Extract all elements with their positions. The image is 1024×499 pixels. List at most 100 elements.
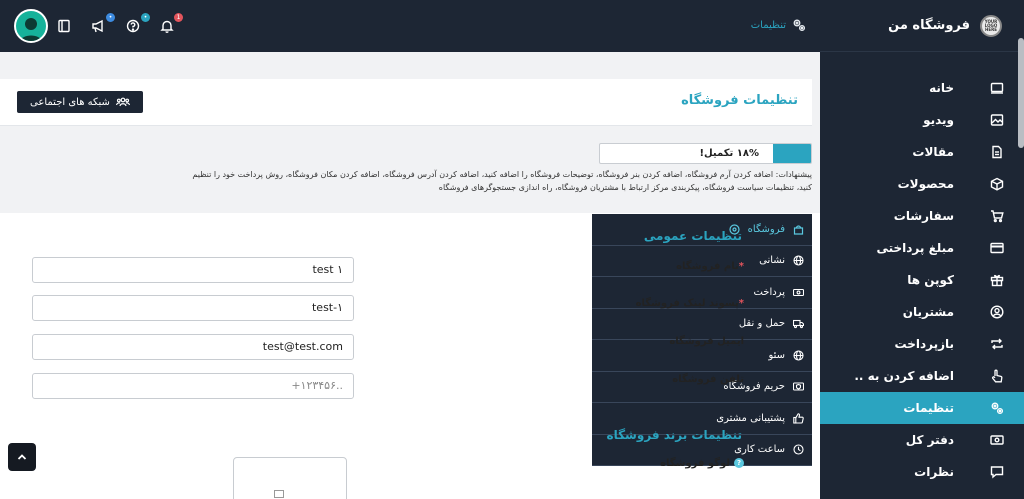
brand-logo: YOUR LOGO HERE	[980, 14, 1002, 37]
megaphone-badge: •	[106, 13, 115, 22]
image-icon	[990, 113, 1004, 127]
chevron-up-icon	[17, 454, 27, 460]
sidebar-item-label: کوپن ها	[907, 273, 954, 287]
top-bar: • • 1 تنظیمات	[0, 0, 820, 52]
store-slug-label-text: پسوند لینک فروشگاه	[635, 298, 739, 309]
sidebar-item-label: نظرات	[914, 465, 954, 479]
sidebar-item-add-to[interactable]: اضافه کردن به ..	[820, 360, 1024, 392]
sidebar-item-label: دفتر کل	[905, 433, 954, 447]
sidebar-item-products[interactable]: محصولات	[820, 168, 1024, 200]
sidebar-item-coupons[interactable]: کوپن ها	[820, 264, 1024, 296]
submenu-item-label: پشتیبانی مشتری	[716, 412, 785, 424]
submenu-item-label: ساعت کاری	[734, 444, 785, 456]
brand[interactable]: فروشگاه من YOUR LOGO HERE	[820, 0, 1024, 52]
suggestions-text: پیشنهادات: اضافه کردن آرم فروشگاه، اضافه…	[0, 168, 812, 194]
suggestions-line-2: کنید، تنظیمات سیاست فروشگاه، پیکربندی مر…	[438, 183, 812, 192]
shield-icon	[793, 381, 804, 392]
image-placeholder-icon	[274, 490, 284, 498]
store-name-input[interactable]: test ۱	[32, 257, 354, 283]
sidebar-item-label: اضافه کردن به ..	[854, 369, 954, 383]
help-icon[interactable]	[126, 19, 140, 33]
document-icon	[990, 145, 1004, 159]
money-icon	[990, 433, 1004, 447]
required-mark: *	[738, 298, 744, 309]
submenu-item-label: حمل و نقل	[738, 318, 785, 330]
megaphone-icon[interactable]	[91, 19, 105, 33]
globe-icon	[793, 350, 804, 361]
sidebar-item-label: تنظیمات	[903, 401, 954, 415]
user-avatar[interactable]	[14, 9, 48, 43]
breadcrumb: تنظیمات	[751, 18, 806, 32]
notifications-badge: 1	[174, 13, 183, 22]
credit-card-icon	[990, 241, 1004, 255]
store-slug-input[interactable]: test-۱	[32, 295, 354, 321]
sidebar-item-label: ویدیو	[923, 113, 954, 127]
progress-text: ۱۸% تکمیل!	[699, 148, 759, 159]
sidebar-item-articles[interactable]: مقالات	[820, 136, 1024, 168]
hand-pointer-icon	[990, 369, 1004, 383]
profile-completion-bar: ۱۸% تکمیل!	[599, 143, 812, 164]
thumbs-up-icon	[793, 413, 804, 424]
logo-upload-box[interactable]	[233, 457, 347, 499]
comment-icon	[990, 465, 1004, 479]
truck-icon	[793, 318, 804, 329]
sidebar-item-label: بازپرداخت	[894, 337, 954, 351]
clock-icon	[793, 444, 804, 455]
store-icon	[793, 224, 804, 235]
store-settings-header: تنظیمات فروشگاه شبکه های اجتماعی	[0, 79, 812, 126]
sidebar-item-label: محصولات	[897, 177, 954, 191]
sidebar-scrollbar[interactable]	[1018, 38, 1024, 148]
submenu-item-label: پرداخت	[753, 286, 785, 298]
sidebar-item-home[interactable]: خانه	[820, 72, 1024, 104]
cart-icon	[990, 209, 1004, 223]
brand-settings-title: تنظیمات برند فروشگاه	[606, 428, 742, 442]
store-slug-label: *پسوند لینک فروشگاه	[636, 298, 744, 309]
breadcrumb-label[interactable]: تنظیمات	[751, 20, 786, 31]
sidebar-item-comments[interactable]: نظرات	[820, 456, 1024, 488]
store-logo-label: ? لوگو فروشگاه	[660, 458, 744, 469]
sidebar-item-label: سفارشات	[893, 209, 954, 223]
store-logo-label-text: لوگو فروشگاه	[660, 458, 730, 469]
store-name-label-text: نام فروشگاه	[676, 261, 739, 272]
users-group-icon	[115, 95, 130, 109]
store-email-label: ایمیل فروشگاه	[669, 336, 744, 347]
sidebar-item-payments[interactable]: مبلغ پرداختی	[820, 232, 1024, 264]
globe-icon	[793, 255, 804, 266]
sidebar-item-label: مشتریان	[902, 305, 954, 319]
submenu-item-label: فروشگاه	[747, 223, 785, 235]
progress-fill	[773, 144, 811, 163]
sidebar-item-label: مبلغ پرداختی	[876, 241, 954, 255]
sidebar-item-customers[interactable]: مشتریان	[820, 296, 1024, 328]
submenu-item-label: سئو	[768, 349, 785, 361]
suggestions-line-1: پیشنهادات: اضافه کردن آرم فروشگاه، اضافه…	[192, 170, 812, 179]
book-icon[interactable]	[57, 19, 71, 33]
user-icon	[990, 305, 1004, 319]
bell-icon[interactable]	[160, 19, 174, 33]
scroll-to-top-button[interactable]	[8, 443, 36, 471]
store-email-input[interactable]: test@test.com	[32, 334, 354, 360]
brand-name: فروشگاه من	[888, 18, 970, 33]
gears-icon	[990, 401, 1004, 415]
social-networks-button[interactable]: شبکه های اجتماعی	[17, 91, 143, 113]
sidebar-item-settings[interactable]: تنظیمات	[820, 392, 1024, 424]
sidebar-menu: خانه ویدیو مقالات محصولات سفارشات مبلغ پ…	[820, 72, 1024, 488]
social-networks-label: شبکه های اجتماعی	[30, 96, 110, 108]
general-settings-title: تنظیمات عمومی	[643, 229, 742, 243]
box-icon	[990, 177, 1004, 191]
home-icon	[990, 81, 1004, 95]
sidebar-item-label: خانه	[929, 81, 954, 95]
sidebar-item-refunds[interactable]: بازپرداخت	[820, 328, 1024, 360]
sidebar-item-label: مقالات	[912, 145, 954, 159]
help-icon[interactable]: ?	[734, 458, 744, 468]
sidebar-item-ledger[interactable]: دفتر کل	[820, 424, 1024, 456]
refund-icon	[990, 337, 1004, 351]
help-badge: •	[141, 13, 150, 22]
sidebar-item-orders[interactable]: سفارشات	[820, 200, 1024, 232]
page-title: تنظیمات فروشگاه	[681, 93, 798, 108]
money-icon	[793, 287, 804, 298]
gift-icon	[990, 273, 1004, 287]
submenu-item-label: نشانی	[759, 255, 785, 267]
gears-icon	[792, 18, 806, 32]
sidebar-item-video[interactable]: ویدیو	[820, 104, 1024, 136]
store-phone-input[interactable]: +۱۲۳۴۵۶..	[32, 373, 354, 399]
